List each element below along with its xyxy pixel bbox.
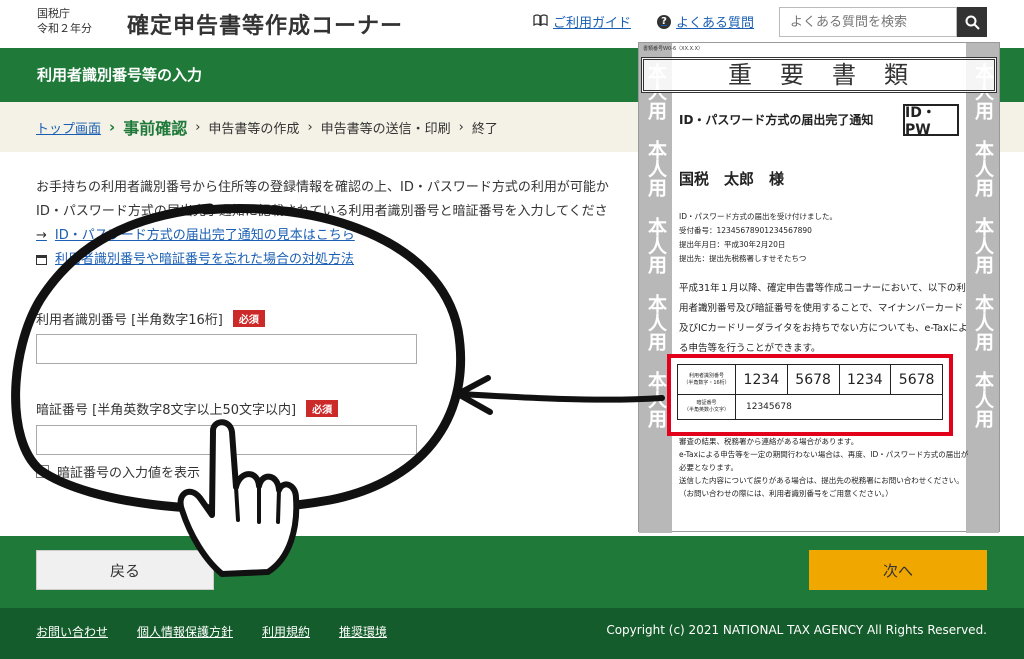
highlight-circle [11,203,466,514]
arrow-line [457,391,665,403]
annotation-overlay [11,203,665,577]
pointing-hand-icon [177,419,300,577]
